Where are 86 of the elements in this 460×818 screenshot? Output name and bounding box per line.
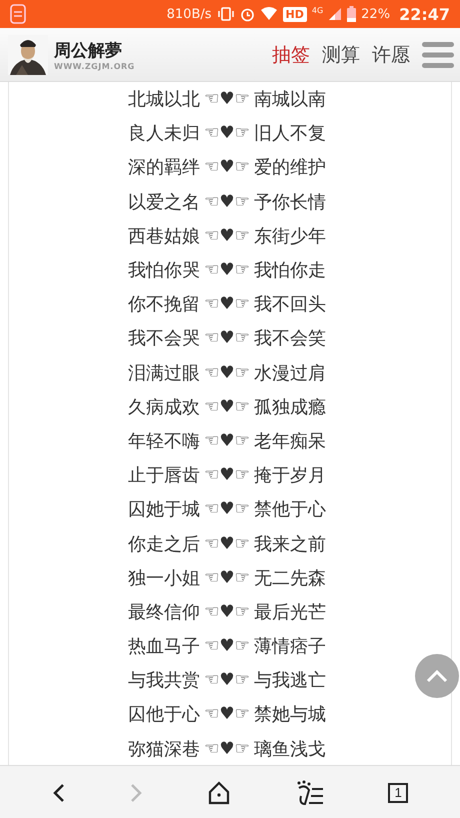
signal-icon xyxy=(328,7,342,21)
nav-link[interactable]: 许愿 xyxy=(372,42,410,68)
hands-heart-symbol: ☜♥☞ xyxy=(204,704,250,724)
phrase-text: 南城以南 xyxy=(254,88,326,112)
document-icon xyxy=(10,4,26,24)
menu-icon xyxy=(422,40,454,70)
site-name: 周公解夢 xyxy=(54,40,123,62)
phrase-text: 我不回头 xyxy=(254,293,326,316)
phrase-text: 囚他于心 xyxy=(128,703,200,726)
phrase-text: 我怕你走 xyxy=(254,259,326,282)
phrase-text: 热血马子 xyxy=(128,635,200,658)
wifi-icon xyxy=(260,7,278,21)
battery-percent: 22% xyxy=(361,6,390,22)
phrase-text: 年轻不嗨 xyxy=(128,430,200,453)
phrase-text: 我不会哭 xyxy=(128,327,200,350)
phrase-text: 西巷姑娘 xyxy=(128,224,200,248)
phrase-text: 弥猫深巷 xyxy=(128,738,200,761)
phrase-text: 久病成欢 xyxy=(128,396,200,419)
phrase-text: 良人未归 xyxy=(128,122,200,146)
hands-heart-symbol: ☜♥☞ xyxy=(204,362,250,383)
phrase-text: 我来之前 xyxy=(254,532,326,556)
hands-heart-symbol: ☜♥☞ xyxy=(204,192,250,212)
hands-heart-symbol: ☜♥☞ xyxy=(204,568,250,588)
hands-heart-symbol: ☜♥☞ xyxy=(204,260,250,280)
phrase-text: 以爱之名 xyxy=(128,190,200,214)
phrase-text: 东街少年 xyxy=(254,224,326,248)
back-icon xyxy=(52,782,66,804)
phrase-text: 与我共赏 xyxy=(128,669,200,692)
hands-heart-symbol: ☜♥☞ xyxy=(204,157,250,178)
phrase-text: 予你长情 xyxy=(254,190,326,214)
phrase-text: 独一小姐 xyxy=(128,566,200,590)
phrase-text: 旧人不复 xyxy=(254,122,326,146)
battery-icon xyxy=(347,6,356,22)
hands-heart-symbol: ☜♥☞ xyxy=(204,430,250,451)
forward-icon xyxy=(129,782,144,804)
phrase-text: 你不挽留 xyxy=(128,293,200,316)
hands-heart-symbol: ☜♥☞ xyxy=(204,89,250,110)
nav-link[interactable]: 抽签 xyxy=(272,42,310,68)
phrase-text: 薄情痞子 xyxy=(254,635,326,658)
phrase-text: 掩于岁月 xyxy=(254,464,326,488)
hands-heart-symbol: ☜♥☞ xyxy=(204,738,250,759)
phrase-text: 泪满过眼 xyxy=(128,362,200,385)
phrase-text: 最后光芒 xyxy=(254,600,326,624)
hands-heart-symbol: ☜♥☞ xyxy=(204,602,250,622)
vibrate-icon xyxy=(216,7,235,21)
clock: 22:47 xyxy=(399,4,450,24)
back-button[interactable] xyxy=(52,782,66,804)
alarm-icon xyxy=(240,6,255,22)
hands-heart-symbol: ☜♥☞ xyxy=(204,123,250,144)
home-button[interactable] xyxy=(206,780,231,804)
list-icon xyxy=(294,780,325,806)
phrase-text: 璃鱼浅戈 xyxy=(254,738,326,761)
tab-count-button[interactable]: 1 xyxy=(388,782,408,802)
phrase-text: 我不会笑 xyxy=(254,327,326,350)
hands-heart-symbol: ☜♥☞ xyxy=(204,294,250,314)
network-speed: 810B/s xyxy=(166,6,212,22)
phrase-text: 无二先森 xyxy=(254,566,326,590)
phrase-text: 我怕你哭 xyxy=(128,259,200,282)
phrase-text: 老年痴呆 xyxy=(254,430,326,453)
phrase-text: 北城以北 xyxy=(128,88,200,112)
phrase-text: 深的羁绊 xyxy=(128,156,200,180)
phrase-text: 水漫过肩 xyxy=(254,362,326,385)
home-icon xyxy=(206,780,231,804)
network-type: 4G xyxy=(312,6,324,15)
phrase-text: 与我逃亡 xyxy=(254,669,326,692)
phrase-text: 最终信仰 xyxy=(128,600,200,624)
phrase-text: 止于唇齿 xyxy=(128,464,200,488)
phrase-text: 孤独成瘾 xyxy=(254,396,326,419)
phrase-text: 爱的维护 xyxy=(254,156,326,180)
phrase-text: 禁她与城 xyxy=(254,703,326,726)
nav-link[interactable]: 测算 xyxy=(322,42,360,68)
phrase-text: 你走之后 xyxy=(128,532,200,556)
hands-heart-symbol: ☜♥☞ xyxy=(204,396,250,417)
hands-heart-symbol: ☜♥☞ xyxy=(204,670,250,690)
hands-heart-symbol: ☜♥☞ xyxy=(204,636,250,656)
hands-heart-symbol: ☜♥☞ xyxy=(204,465,250,486)
hands-heart-symbol: ☜♥☞ xyxy=(204,226,250,246)
hands-heart-symbol: ☜♥☞ xyxy=(204,534,250,554)
hands-heart-symbol: ☜♥☞ xyxy=(204,499,250,520)
site-url: WWW.ZGJM.ORG xyxy=(54,62,135,70)
phrase-text: 囚她于城 xyxy=(128,498,200,522)
hands-heart-symbol: ☜♥☞ xyxy=(204,328,250,348)
phrase-text: 禁他于心 xyxy=(254,498,326,522)
menu-button[interactable] xyxy=(294,780,325,806)
chevron-up-icon xyxy=(426,669,448,683)
hd-badge: HD xyxy=(282,6,307,22)
